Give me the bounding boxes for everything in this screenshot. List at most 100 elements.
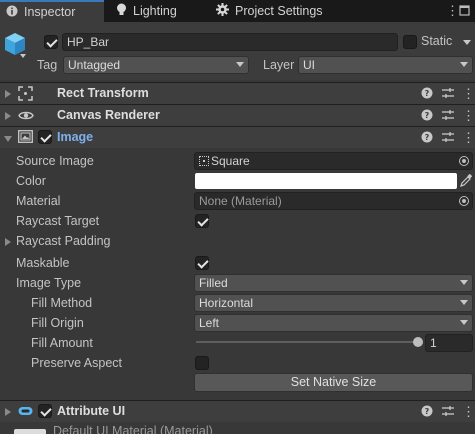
active-checkbox[interactable] — [44, 35, 58, 49]
svg-text:?: ? — [425, 111, 430, 120]
help-icon[interactable]: ? — [421, 131, 433, 146]
icon-dropdown-caret[interactable] — [20, 54, 26, 58]
static-label: Static — [421, 34, 453, 48]
image-icon — [18, 130, 33, 146]
object-picker-icon[interactable] — [459, 156, 469, 166]
info-icon — [6, 5, 18, 20]
image-enabled-checkbox[interactable] — [38, 130, 52, 144]
help-icon[interactable]: ? — [421, 109, 433, 124]
foldout-arrow-icon[interactable] — [5, 238, 11, 246]
svg-text:?: ? — [425, 133, 430, 142]
preserve-aspect-label: Preserve Aspect — [31, 356, 123, 370]
presets-sliders-icon[interactable] — [442, 109, 454, 124]
set-native-size-button[interactable]: Set Native Size — [194, 373, 473, 392]
tab-lighting[interactable]: Lighting — [114, 0, 177, 22]
image-type-value: Filled — [199, 276, 228, 290]
source-image-field[interactable]: Square — [194, 152, 473, 170]
foldout-arrow-icon[interactable] — [4, 136, 12, 142]
tab-label: Project Settings — [235, 4, 323, 18]
layer-value: UI — [303, 58, 315, 72]
source-image-label: Source Image — [16, 154, 94, 168]
gear-icon — [216, 3, 229, 19]
maskable-label: Maskable — [16, 256, 70, 270]
kebab-menu-icon[interactable]: ⋮ — [462, 130, 475, 146]
raycast-target-label: Raycast Target — [16, 214, 100, 228]
presets-sliders-icon[interactable] — [442, 405, 454, 420]
foldout-arrow-icon[interactable] — [5, 112, 11, 120]
fill-amount-slider-track[interactable] — [196, 341, 418, 343]
material-value: None (Material) — [199, 194, 282, 208]
image-type-dropdown[interactable]: Filled — [194, 274, 473, 292]
fill-origin-dropdown[interactable]: Left — [194, 314, 473, 332]
kebab-menu-icon[interactable]: ⋮ — [446, 3, 459, 19]
layer-dropdown[interactable]: UI — [298, 56, 473, 74]
chevron-down-icon — [460, 320, 468, 325]
component-rect-transform[interactable]: Rect Transform ? ⋮ — [0, 82, 475, 104]
script-icon — [18, 404, 33, 421]
fill-method-value: Horizontal — [199, 296, 254, 310]
tab-project-settings[interactable]: Project Settings — [214, 0, 323, 22]
material-label: Material — [16, 194, 61, 208]
material-field[interactable]: None (Material) — [194, 192, 473, 210]
foldout-arrow-icon[interactable] — [5, 90, 11, 98]
material-preview-row: Default UI Material (Material) — [0, 423, 475, 434]
sprite-icon — [199, 156, 209, 166]
rect-transform-icon — [18, 86, 33, 104]
tab-label: Lighting — [133, 4, 177, 18]
component-title: Attribute UI — [57, 404, 126, 418]
fill-origin-label: Fill Origin — [31, 316, 84, 330]
raycast-padding-label[interactable]: Raycast Padding — [16, 234, 111, 248]
color-label: Color — [16, 174, 46, 188]
help-icon[interactable]: ? — [421, 87, 433, 102]
eyedropper-icon[interactable] — [460, 173, 473, 190]
svg-text:?: ? — [425, 407, 430, 416]
fill-origin-value: Left — [199, 316, 220, 330]
maximize-icon[interactable] — [459, 4, 470, 19]
tab-label: Inspector — [24, 5, 76, 19]
fill-amount-slider-knob[interactable] — [413, 337, 423, 347]
component-title: Canvas Renderer — [57, 108, 160, 122]
component-image[interactable]: Image ? ⋮ — [0, 126, 475, 148]
kebab-menu-icon[interactable]: ⋮ — [462, 404, 475, 420]
help-icon[interactable]: ? — [421, 405, 433, 420]
fill-amount-label: Fill Amount — [31, 336, 93, 350]
component-title: Rect Transform — [57, 86, 149, 100]
fill-method-dropdown[interactable]: Horizontal — [194, 294, 473, 312]
eye-icon — [18, 108, 34, 126]
chevron-down-icon — [460, 300, 468, 305]
tag-label: Tag — [37, 58, 58, 72]
object-header: HP_Bar Static Tag Untagged Layer UI — [0, 22, 475, 80]
source-image-value: Square — [211, 154, 250, 168]
attribute-ui-enabled-checkbox[interactable] — [38, 404, 52, 418]
material-preview-thumbnail — [14, 429, 46, 434]
presets-sliders-icon[interactable] — [442, 87, 454, 102]
image-type-label: Image Type — [16, 276, 82, 290]
object-name-field[interactable]: HP_Bar — [62, 33, 398, 51]
static-checkbox[interactable] — [403, 35, 417, 49]
kebab-menu-icon[interactable]: ⋮ — [462, 86, 475, 102]
tab-bar: Inspector Lighting Project Settings ⋮ — [0, 0, 475, 22]
presets-sliders-icon[interactable] — [442, 131, 454, 146]
component-title: Image — [57, 130, 94, 144]
component-canvas-renderer[interactable]: Canvas Renderer ? ⋮ — [0, 104, 475, 126]
fill-amount-input[interactable]: 1 — [425, 334, 473, 352]
static-dropdown-caret[interactable] — [463, 40, 471, 45]
color-swatch[interactable] — [195, 173, 457, 189]
preserve-aspect-checkbox[interactable] — [195, 356, 209, 370]
foldout-arrow-icon[interactable] — [5, 408, 11, 416]
layer-label: Layer — [263, 58, 295, 72]
maskable-checkbox[interactable] — [195, 256, 209, 270]
chevron-down-icon — [460, 62, 468, 67]
tag-value: Untagged — [68, 58, 121, 72]
tag-dropdown[interactable]: Untagged — [63, 56, 249, 74]
object-picker-icon[interactable] — [459, 196, 469, 206]
fill-method-label: Fill Method — [31, 296, 93, 310]
lightbulb-icon — [116, 3, 127, 19]
component-attribute-ui[interactable]: Attribute UI ? ⋮ — [0, 400, 475, 422]
kebab-menu-icon[interactable]: ⋮ — [462, 108, 475, 124]
raycast-target-checkbox[interactable] — [195, 214, 209, 228]
material-preview-label: Default UI Material (Material) — [53, 424, 213, 434]
svg-text:?: ? — [425, 89, 430, 98]
chevron-down-icon — [236, 62, 244, 67]
tab-inspector[interactable]: Inspector — [0, 0, 104, 22]
